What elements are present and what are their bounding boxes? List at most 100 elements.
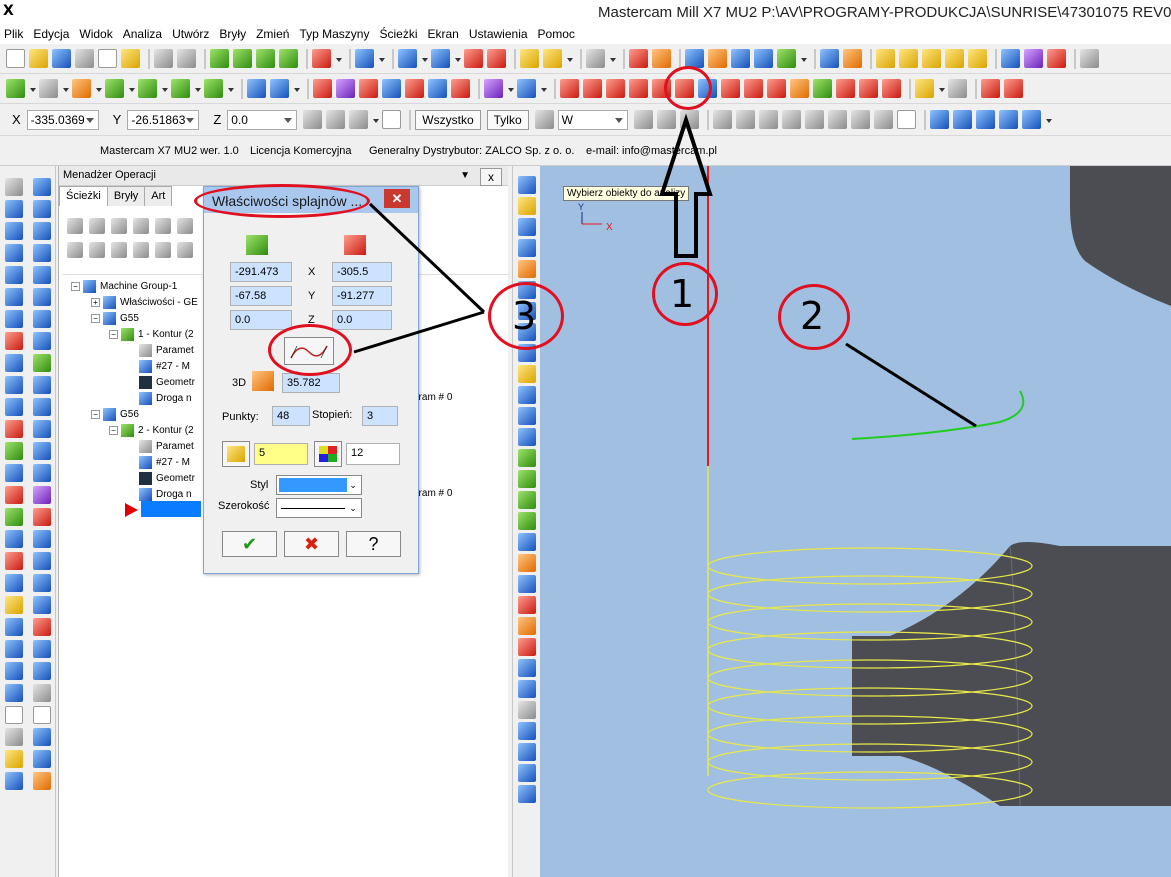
selection-mode-select[interactable]: W [557,109,628,130]
tree-node-toolpath-2[interactable]: Droga n [139,488,192,501]
tab-sciezki[interactable]: Ścieżki [59,186,108,206]
tab-art[interactable]: Art [144,186,173,206]
lt2-tool-28-icon[interactable] [32,772,51,790]
start-y-field[interactable]: -67.58 [230,286,292,306]
lt2-tool-8-icon[interactable] [32,332,51,350]
mt-tool-25-icon[interactable] [517,680,536,698]
dialog-close-button[interactable]: ✕ [384,189,410,208]
lt1-tool-3-icon[interactable] [5,222,23,240]
expand-icon[interactable]: + [91,298,100,307]
view-iso-icon[interactable] [279,49,298,68]
xform-icon[interactable] [313,79,332,98]
menu-pomoc[interactable]: Pomoc [538,27,581,41]
end-point-icon[interactable] [344,235,366,255]
analyze-hatch-icon[interactable] [790,79,809,98]
solid-body-icon[interactable] [735,110,755,129]
up-icon[interactable] [929,110,949,129]
tree-node-geometry-2[interactable]: Geometr [139,472,195,485]
break-icon[interactable] [270,79,289,98]
verify-selection-icon[interactable] [827,110,847,129]
view-top-icon[interactable] [210,49,229,68]
level-button[interactable] [222,441,250,467]
menu-analiza[interactable]: Analiza [123,27,168,41]
mt-tool-10-icon[interactable] [517,365,536,383]
fillet-icon[interactable] [105,79,124,98]
pencil-dropdown[interactable] [566,49,573,69]
point-icon[interactable] [6,79,25,98]
sphere-icon[interactable] [431,49,450,68]
mt-tool-30-icon[interactable] [517,785,536,803]
light-icon[interactable] [915,79,934,98]
panel-pin-icon[interactable]: ▼ [460,170,470,181]
mt-tool-26-icon[interactable] [517,701,536,719]
zoom-in-icon[interactable] [922,49,941,68]
analyze-area-icon[interactable] [629,79,648,98]
cube-view-icon[interactable] [355,49,374,68]
lt1-tool-22-icon[interactable] [5,640,23,658]
shading-dropdown[interactable] [335,49,342,69]
lt2-tool-6-icon[interactable] [32,288,51,306]
globe-dropdown[interactable] [421,49,428,69]
end-z-field[interactable]: 0.0 [332,310,392,330]
tree-node-g55[interactable]: − G55 [91,312,139,325]
tree-node-tool-1[interactable]: #27 - M [139,360,190,373]
point-dropdown[interactable] [29,79,36,99]
solid-edge-icon[interactable] [758,110,778,129]
arc-icon[interactable] [975,110,995,129]
lt2-tool-4-icon[interactable] [32,244,51,262]
move-up-icon[interactable] [155,242,171,258]
tool-del-icon[interactable] [1047,49,1066,68]
tree-node-machine-group[interactable]: − Machine Group-1 [71,280,177,293]
pointer-dropdown[interactable] [609,49,616,69]
tool-icon[interactable] [1001,49,1020,68]
down-icon[interactable] [998,110,1018,129]
mt-tool-3-icon[interactable] [517,218,536,236]
plane-dropdown[interactable] [1045,110,1052,130]
lt1-tool-18-icon[interactable] [5,552,23,570]
open-folder-icon[interactable] [29,49,48,68]
export-dropdown[interactable] [800,49,807,69]
x-coord-input[interactable]: -335.0369 [26,109,99,130]
width-select[interactable]: ⌄ [276,498,362,518]
lt1-tool-4-icon[interactable] [5,244,23,262]
lt2-tool-14-icon[interactable] [32,464,51,482]
lt2-tool-21-icon[interactable] [32,618,51,636]
lt1-tool-25-icon[interactable] [5,706,23,724]
regenerate-dirty-icon[interactable] [133,218,149,234]
cube-view-dropdown[interactable] [378,49,385,69]
select-all-ops-icon[interactable] [67,218,83,234]
analyze-curve-icon[interactable] [882,79,901,98]
graphics-viewport[interactable]: X Y [540,166,1171,877]
selection-help-icon[interactable] [896,110,916,129]
lt2-tool-22-icon[interactable] [32,640,51,658]
solid-red-icon[interactable] [464,49,483,68]
wcs-icon[interactable] [952,110,972,129]
tree-node-g56[interactable]: − G56 [91,408,139,421]
menu-utworz[interactable]: Utwórz [172,27,215,41]
z-coord-input[interactable]: 0.0 [227,109,298,130]
lt1-tool-2-icon[interactable] [5,200,23,218]
analyze-check-icon[interactable] [813,79,832,98]
end-selection-icon[interactable] [873,110,893,129]
lt2-tool-13-icon[interactable] [32,442,51,460]
chamfer-icon[interactable] [138,79,157,98]
mt-tool-20-icon[interactable] [517,575,536,593]
analyze-test-icon[interactable] [767,79,786,98]
verify-ops-icon[interactable] [177,218,193,234]
color-field[interactable]: 12 [346,443,400,465]
layout-icon[interactable] [981,79,1000,98]
toggle-display-icon[interactable] [89,242,105,258]
mt-tool-16-icon[interactable] [517,491,536,509]
solid-select-icon[interactable] [679,110,699,129]
lt1-tool-6-icon[interactable] [5,288,23,306]
lt1-tool-9-icon[interactable] [5,354,23,372]
level-field[interactable]: 5 [254,443,308,465]
ok-button[interactable]: ✔ [222,531,277,557]
selected-spline[interactable] [851,390,1025,440]
offset-icon[interactable] [405,79,424,98]
lt1-tool-5-icon[interactable] [5,266,23,284]
break-dropdown[interactable] [293,79,300,99]
mt-tool-1-icon[interactable] [517,176,536,194]
post-icon[interactable] [754,49,773,68]
view-front-icon[interactable] [233,49,252,68]
